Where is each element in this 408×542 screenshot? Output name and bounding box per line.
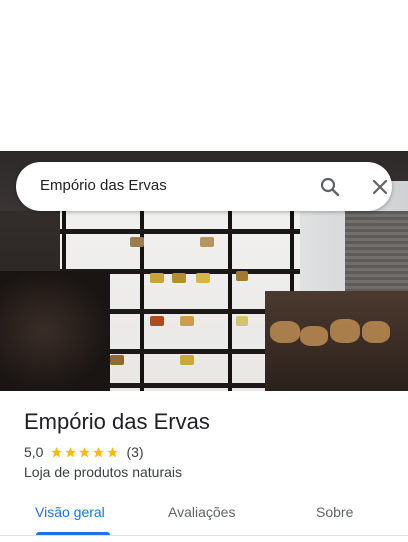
star-icon [65,446,77,457]
star-icon [51,446,63,457]
place-name: Empório das Ervas [24,409,210,434]
bread [330,319,360,343]
jar [130,237,144,247]
tabs-divider [0,535,408,536]
place-tabs: Visão geral Avaliações Sobre [0,496,408,542]
jar [180,355,194,365]
search-icon[interactable] [318,175,342,199]
bread [362,321,390,343]
jar [172,273,186,283]
star-icon [79,446,91,457]
search-input[interactable]: Empório das Ervas [40,177,167,194]
rating-value: 5,0 [24,444,44,460]
review-count[interactable]: (3) [126,444,143,460]
jar [196,273,210,283]
rating-stars [50,446,120,459]
jar [150,316,164,326]
jar [110,355,124,365]
photo-shadow [0,271,110,391]
tab-reviews[interactable]: Avaliações [168,504,235,520]
jar [180,316,194,326]
shelf-row [60,229,300,234]
jar [236,316,248,326]
rating-row[interactable]: 5,0 (3) [24,444,144,460]
tab-overview[interactable]: Visão geral [35,504,105,520]
close-icon[interactable] [368,175,392,199]
star-icon [93,446,105,457]
place-page: Empório das Ervas Empório das Ervas 5,0 … [0,0,408,542]
search-bar[interactable]: Empório das Ervas [16,162,392,211]
tab-about[interactable]: Sobre [316,504,353,520]
jar [236,271,248,281]
star-icon [107,446,119,457]
jar [150,273,164,283]
bread [270,321,300,343]
jar [200,237,214,247]
place-category[interactable]: Loja de produtos naturais [24,464,182,480]
bread [300,326,328,346]
map-blank-area [0,0,408,151]
